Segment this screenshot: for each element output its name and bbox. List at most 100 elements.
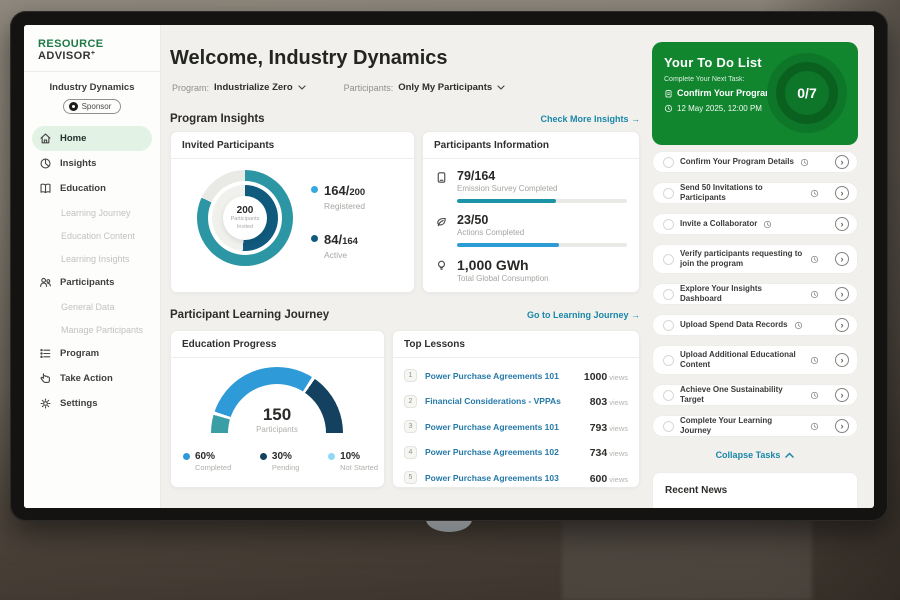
stat-actions-completed: 23/50 Actions Completed xyxy=(435,213,627,247)
app-logo: RESOURCE ADVISOR+ xyxy=(24,25,160,72)
card-title: Invited Participants xyxy=(171,132,414,159)
check-more-insights-link[interactable]: Check More Insights → xyxy=(540,114,640,124)
sidebar-item-learning-journey[interactable]: Learning Journey xyxy=(32,201,152,224)
monitor-bezel: RESOURCE ADVISOR+ Industry Dynamics Spon… xyxy=(10,11,888,521)
arrow-right-icon: → xyxy=(631,310,640,320)
progress-bar xyxy=(457,243,627,247)
section-title: Participant Learning Journey xyxy=(170,309,329,321)
task-upload-spend-data[interactable]: Upload Spend Data Records › xyxy=(652,314,858,336)
chevron-right-icon[interactable]: › xyxy=(835,252,849,266)
clock-icon xyxy=(664,104,673,113)
sidebar-item-label: Participants xyxy=(60,277,114,288)
legend-item-pending: 30% Pending xyxy=(260,451,300,472)
program-select[interactable]: Program: Industrialize Zero xyxy=(172,82,306,93)
chevron-up-icon xyxy=(785,452,794,458)
task-checkbox[interactable] xyxy=(663,355,674,366)
task-complete-learning-journey[interactable]: Complete Your Learning Journey › xyxy=(652,415,858,437)
chevron-right-icon[interactable]: › xyxy=(835,353,849,367)
sidebar-item-manage-participants[interactable]: Manage Participants xyxy=(32,318,152,341)
lesson-rank: 1 xyxy=(404,369,417,382)
actions-icon xyxy=(435,213,448,247)
task-checkbox[interactable] xyxy=(663,289,674,300)
task-invite-collaborator[interactable]: Invite a Collaborator › xyxy=(652,213,858,235)
sidebar-item-label: Home xyxy=(60,133,86,144)
sidebar-item-learning-insights[interactable]: Learning Insights xyxy=(32,247,152,270)
task-verify-participants[interactable]: Verify participants requesting to join t… xyxy=(652,244,858,274)
sidebar-item-participants[interactable]: Participants xyxy=(32,270,152,295)
task-send-invitations[interactable]: Send 50 Invitations to Participants › xyxy=(652,182,858,204)
sidebar-item-take-action[interactable]: Take Action xyxy=(32,366,152,391)
todo-progress-count: 0/7 xyxy=(767,53,847,133)
chevron-right-icon[interactable]: › xyxy=(835,217,849,231)
lesson-row: 4 Power Purchase Agreements 102 734views xyxy=(404,440,628,466)
program-insights-header: Program Insights Check More Insights → xyxy=(170,113,640,125)
legend-item-registered: 164/200 Registered xyxy=(311,182,365,211)
recent-news-card: Recent News xyxy=(652,472,858,508)
sidebar-item-label: Education xyxy=(60,183,106,194)
invited-participants-donut-chart: 200 Participants Invited xyxy=(197,170,293,266)
task-checkbox[interactable] xyxy=(663,219,674,230)
lesson-rank: 3 xyxy=(404,420,417,433)
chevron-right-icon[interactable]: › xyxy=(835,388,849,402)
sidebar-item-label: Learning Journey xyxy=(61,208,131,218)
task-explore-insights[interactable]: Explore Your Insights Dashboard › xyxy=(652,283,858,305)
sidebar-item-label: Learning Insights xyxy=(61,254,130,264)
sidebar-item-program[interactable]: Program xyxy=(32,341,152,366)
sponsor-icon xyxy=(69,102,78,111)
clock-icon xyxy=(810,290,819,299)
lesson-rank: 5 xyxy=(404,471,417,484)
lesson-link[interactable]: Power Purchase Agreements 101 xyxy=(425,422,582,432)
sidebar-item-general-data[interactable]: General Data xyxy=(32,295,152,318)
sidebar-item-settings[interactable]: Settings xyxy=(32,391,152,416)
lesson-link[interactable]: Power Purchase Agreements 102 xyxy=(425,447,582,457)
task-achieve-sustainability-target[interactable]: Achieve One Sustainability Target › xyxy=(652,384,858,406)
stat-emission-survey: 79/164 Emission Survey Completed xyxy=(435,169,627,203)
task-checkbox[interactable] xyxy=(663,320,674,331)
sidebar-nav: Home Insights Education Learning Journey… xyxy=(24,126,160,416)
progress-bar xyxy=(457,199,627,203)
legend-dot xyxy=(311,186,318,193)
donut-center-value: 200 xyxy=(237,205,254,216)
gauge-center-label: Participants xyxy=(211,425,343,434)
gauge-legend: 60% Completed 30% Pending 10% Not Starte… xyxy=(183,451,378,472)
lesson-link[interactable]: Power Purchase Agreements 101 xyxy=(425,371,576,381)
collapse-tasks-link[interactable]: Collapse Tasks xyxy=(652,450,858,460)
task-checkbox[interactable] xyxy=(663,188,674,199)
task-checkbox[interactable] xyxy=(663,254,674,265)
program-label: Program: xyxy=(172,83,209,93)
clock-icon xyxy=(810,391,819,400)
task-checkbox[interactable] xyxy=(663,390,674,401)
card-title: Education Progress xyxy=(171,331,384,358)
insights-icon xyxy=(39,157,52,170)
legend-dot xyxy=(311,235,318,242)
participants-select[interactable]: Participants: Only My Participants xyxy=(344,82,506,93)
logo-resource: RESOURCE xyxy=(38,38,104,50)
sidebar-item-education-content[interactable]: Education Content xyxy=(32,224,152,247)
sponsor-badge-label: Sponsor xyxy=(82,102,112,111)
learning-journey-header: Participant Learning Journey Go to Learn… xyxy=(170,309,640,321)
chevron-right-icon[interactable]: › xyxy=(835,155,849,169)
chevron-down-icon xyxy=(298,85,306,90)
chevron-right-icon[interactable]: › xyxy=(835,186,849,200)
sidebar-item-label: Insights xyxy=(60,158,96,169)
task-confirm-program-details[interactable]: Confirm Your Program Details › xyxy=(652,151,858,173)
task-checkbox[interactable] xyxy=(663,421,674,432)
sponsor-badge: Sponsor xyxy=(63,99,122,114)
clock-icon xyxy=(800,158,809,167)
chevron-right-icon[interactable]: › xyxy=(835,287,849,301)
task-checkbox[interactable] xyxy=(663,157,674,168)
participants-value: Only My Participants xyxy=(398,82,492,93)
sidebar-item-education[interactable]: Education xyxy=(32,176,152,201)
chevron-right-icon[interactable]: › xyxy=(835,318,849,332)
sidebar-item-home[interactable]: Home xyxy=(32,126,152,151)
education-icon xyxy=(39,182,52,195)
lesson-row: 3 Power Purchase Agreements 101 793views xyxy=(404,414,628,440)
settings-icon xyxy=(39,397,52,410)
lesson-link[interactable]: Financial Considerations - VPPAs xyxy=(425,396,582,406)
task-upload-educational-content[interactable]: Upload Additional Educational Content › xyxy=(652,345,858,375)
go-to-learning-journey-link[interactable]: Go to Learning Journey → xyxy=(527,310,640,320)
chevron-right-icon[interactable]: › xyxy=(835,419,849,433)
sidebar-item-label: Settings xyxy=(60,398,97,409)
sidebar-item-insights[interactable]: Insights xyxy=(32,151,152,176)
lesson-link[interactable]: Power Purchase Agreements 103 xyxy=(425,473,582,483)
